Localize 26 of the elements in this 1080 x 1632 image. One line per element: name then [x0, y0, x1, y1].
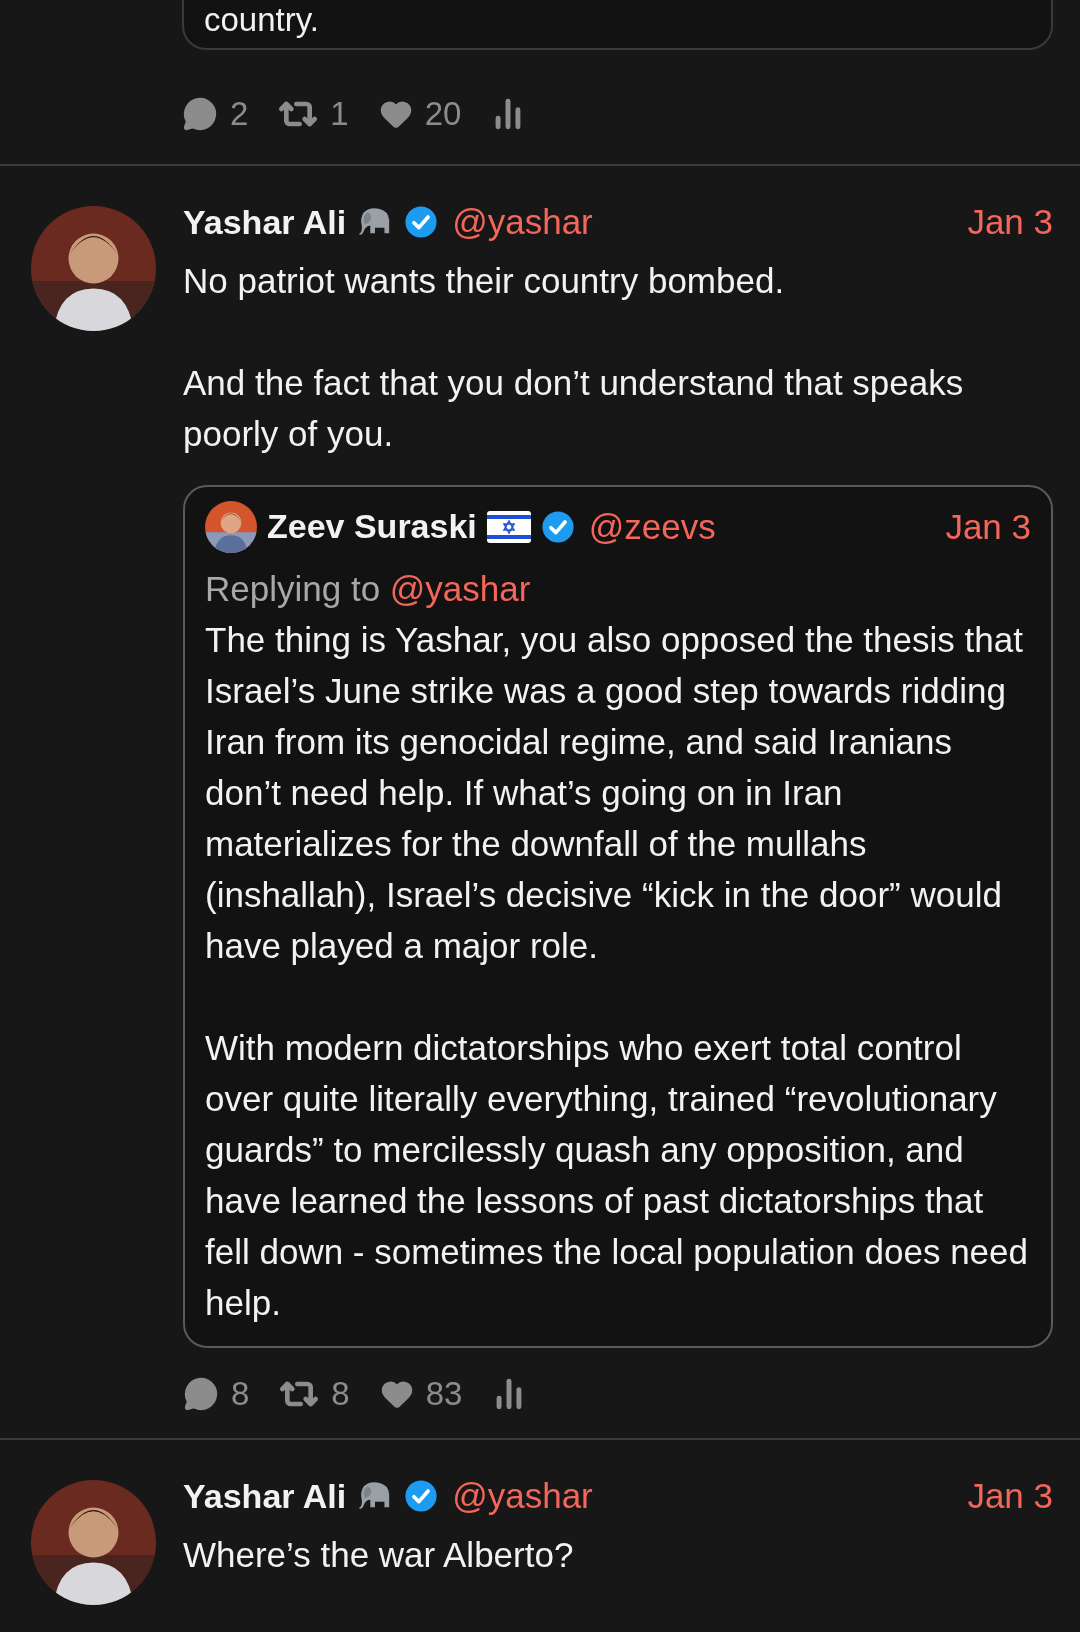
post-text: Where’s the war Alberto? [183, 1533, 575, 1576]
mention-link[interactable]: @yashar [389, 569, 531, 608]
quoted-post-text: The thing is Yashar, you also opposed the thesis that Israel’s June strike was a good step towards ridding Iran from its genocidal regime, and said Iranians don’t need help. If what’s going on in Iran materializes for the downfall of the mullahs (inshallah), Israel’s decisive “kick in the door” would have played a major role. With modern dictatorships who exert total control over quite literally everything, trained “revolutionary guards” to mercilessly quash any opposition, and have learned the lessons of past dictatorships that fell down - sometimes the local population does need help. [205, 619, 1029, 1324]
retweet-count: 1 [330, 94, 349, 135]
author-name[interactable]: Yashar Ali [183, 196, 347, 248]
reply-icon[interactable] [182, 96, 218, 132]
post-date[interactable]: Jan 3 [945, 500, 1031, 553]
replying-to-text: Replying to @yashar [205, 568, 532, 610]
author-handle[interactable]: @yashar [452, 1470, 593, 1523]
author-name[interactable]: Zeev Suraski [267, 501, 477, 553]
retweet-count: 8 [331, 1374, 350, 1415]
post-text: No patriot wants their country bombed. And the fact that you don’t understand that speaks poorly of you. [183, 259, 965, 455]
post-date[interactable]: Jan 3 [967, 196, 1053, 249]
reply-icon[interactable] [183, 1376, 219, 1412]
reply-count: 2 [230, 94, 249, 135]
like-count: 20 [424, 94, 462, 135]
author-handle[interactable]: @zeevs [588, 500, 716, 553]
post-date[interactable]: Jan 3 [967, 1470, 1053, 1523]
flag-icon [486, 510, 531, 543]
quoted-post-card[interactable]: country. [182, 0, 1053, 50]
like-count: 83 [425, 1374, 463, 1415]
quoted-post-card[interactable] [183, 484, 1053, 1348]
author-handle[interactable]: @yashar [452, 196, 593, 249]
reply-count: 8 [231, 1374, 250, 1415]
quoted-post-text: country. [204, 0, 320, 40]
author-name[interactable]: Yashar Ali [183, 1470, 347, 1522]
